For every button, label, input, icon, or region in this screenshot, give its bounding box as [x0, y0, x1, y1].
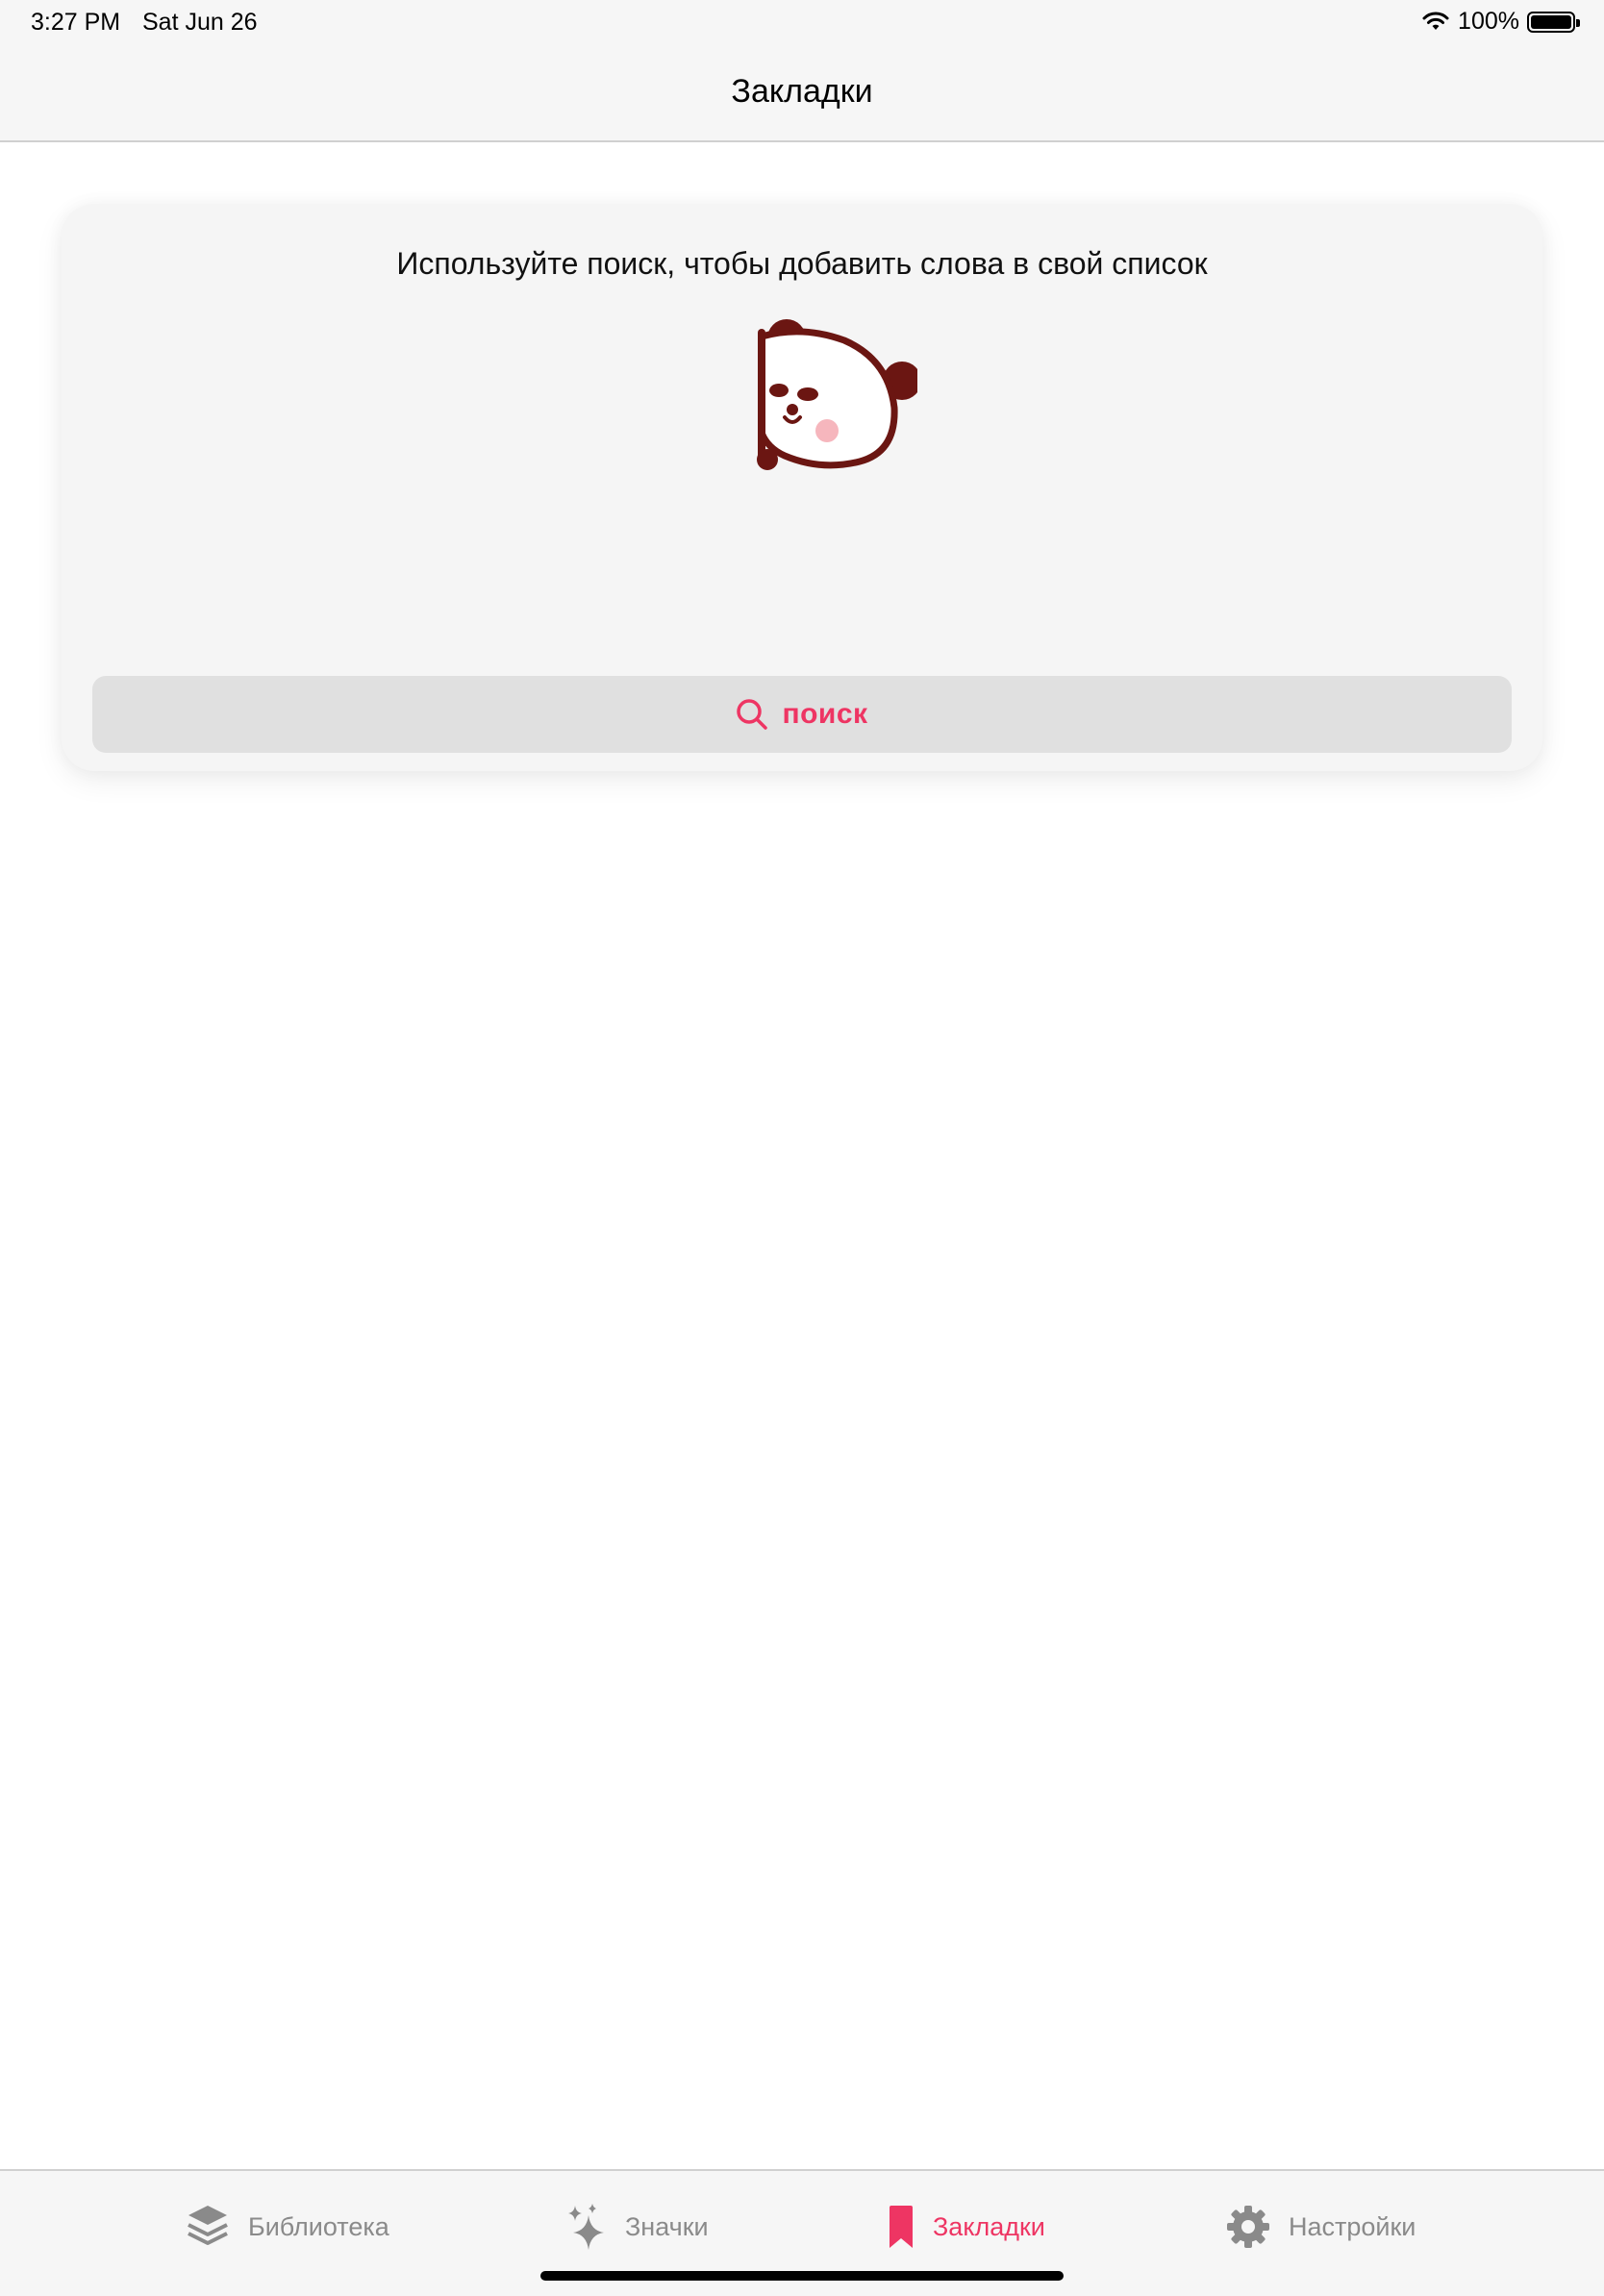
status-date: Sat Jun 26: [142, 9, 258, 36]
status-time: 3:27 PM: [31, 9, 121, 36]
tab-settings-label: Настройки: [1289, 2211, 1416, 2241]
page-title: Закладки: [731, 73, 873, 110]
search-icon: [737, 699, 768, 730]
empty-state-card: Используйте поиск, чтобы добавить слова …: [62, 204, 1542, 771]
battery-percent: 100%: [1458, 8, 1519, 35]
empty-state-message: Используйте поиск, чтобы добавить слова …: [396, 246, 1208, 281]
layers-icon: [188, 2206, 228, 2245]
search-button-label: поиск: [782, 698, 868, 730]
status-indicators: 100%: [1421, 8, 1580, 36]
tab-bookmarks[interactable]: Закладки: [887, 2200, 1045, 2254]
panda-illustration: [757, 319, 917, 470]
tab-library[interactable]: Библиотека: [185, 2200, 389, 2254]
tab-badges-label: Значки: [625, 2211, 709, 2241]
tab-badges[interactable]: Значки: [565, 2200, 709, 2254]
tab-settings[interactable]: Настройки: [1225, 2200, 1416, 2254]
search-button[interactable]: поиск: [92, 676, 1512, 753]
wifi-icon: [1422, 12, 1449, 30]
tab-bookmarks-label: Закладки: [933, 2211, 1045, 2241]
home-indicator[interactable]: [540, 2271, 1064, 2281]
navigation-bar: Закладки: [0, 44, 1604, 142]
gear-icon: [1227, 2206, 1269, 2248]
tab-library-label: Библиотека: [248, 2211, 389, 2241]
battery-icon: [1527, 11, 1580, 33]
sparkles-icon: [568, 2204, 604, 2250]
status-bar: 3:27 PM Sat Jun 26 100%: [0, 0, 1604, 44]
battery-fill: [1531, 14, 1571, 29]
bookmark-icon: [890, 2206, 913, 2248]
